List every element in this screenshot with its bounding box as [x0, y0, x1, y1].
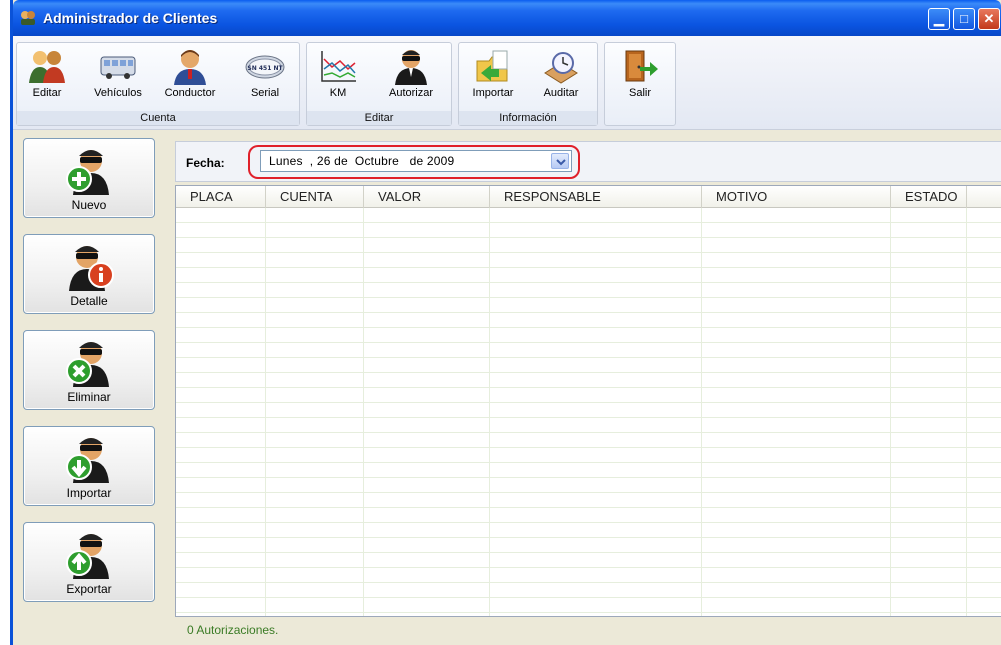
app-icon [21, 11, 35, 25]
table-header: PLACA CUENTA VALOR RESPONSABLE MOTIVO ES… [176, 186, 1001, 208]
ribbon-group-editar: KM Autorizar Editar [306, 42, 452, 126]
exit-door-icon [625, 50, 658, 82]
ribbon-group-salir: Salir [604, 42, 676, 126]
date-filter-bar: Fecha: Lunes , 26 de Octubre de 2009 [175, 141, 1001, 182]
salir-button[interactable]: Salir [615, 47, 665, 99]
close-icon: ✕ [983, 11, 995, 26]
chevron-down-icon [556, 159, 566, 166]
column-divider [265, 208, 266, 616]
conductor-button[interactable]: Conductor [159, 47, 221, 99]
column-header-responsable[interactable]: RESPONSABLE [490, 186, 702, 208]
maximize-icon: □ [960, 11, 968, 26]
window-title: Administrador de Clientes [43, 10, 218, 26]
agent-import-icon [66, 438, 109, 483]
status-text: 0 Autorizaciones. [187, 623, 279, 637]
fecha-label: Fecha: [186, 156, 225, 170]
ribbon-group-cuenta: Editar Vehículos Conductor SN 451 NT Ser… [16, 42, 300, 126]
column-divider [489, 208, 490, 616]
eliminar-button[interactable]: Eliminar [23, 330, 155, 410]
table-body [176, 208, 1001, 616]
svg-text:SN 451 NT: SN 451 NT [247, 65, 283, 72]
agent-delete-icon [66, 342, 109, 387]
serial-button[interactable]: SN 451 NT Serial [239, 47, 291, 99]
minimize-button[interactable]: ▁ [928, 8, 950, 30]
authorizations-table[interactable]: PLACA CUENTA VALOR RESPONSABLE MOTIVO ES… [175, 185, 1001, 617]
importar-ribbon-button[interactable]: Importar [465, 47, 521, 99]
ribbon-toolbar: Editar Vehículos Conductor SN 451 NT Ser… [13, 36, 1001, 130]
audit-clock-icon [544, 52, 578, 84]
agent-export-icon [66, 534, 109, 579]
agent-icon [395, 50, 427, 85]
column-header-motivo[interactable]: MOTIVO [702, 186, 891, 208]
vehiculos-button[interactable]: Vehículos [83, 47, 153, 99]
bus-icon [100, 56, 136, 79]
column-header-estado[interactable]: ESTADO [891, 186, 967, 208]
app-window: Administrador de Clientes ▁ □ ✕ Editar V… [10, 0, 1001, 645]
column-header-placa[interactable]: PLACA [176, 186, 266, 208]
maximize-button[interactable]: □ [953, 8, 975, 30]
detalle-button[interactable]: Detalle [23, 234, 155, 314]
exportar-button[interactable]: Exportar [23, 522, 155, 602]
km-button[interactable]: KM [313, 47, 363, 99]
date-value: Lunes , 26 de Octubre de 2009 [269, 154, 455, 168]
title-bar[interactable]: Administrador de Clientes ▁ □ ✕ [13, 0, 1001, 36]
column-divider [363, 208, 364, 616]
agent-info-icon [69, 246, 114, 291]
users-icon [29, 51, 65, 83]
group-caption-informacion: Información [459, 111, 597, 125]
column-divider [966, 208, 967, 616]
ribbon-group-informacion: Importar Auditar Información [458, 42, 598, 126]
column-divider [890, 208, 891, 616]
importar-button[interactable]: Importar [23, 426, 155, 506]
date-dropdown-button[interactable] [551, 153, 569, 169]
editar-button[interactable]: Editar [21, 47, 73, 99]
column-header-cuenta[interactable]: CUENTA [266, 186, 364, 208]
line-chart-icon [321, 51, 356, 82]
close-button[interactable]: ✕ [978, 8, 1000, 30]
column-header-valor[interactable]: VALOR [364, 186, 490, 208]
auditar-button[interactable]: Auditar [533, 47, 589, 99]
license-plate-icon: SN 451 NT [245, 55, 285, 79]
nuevo-button[interactable]: Nuevo [23, 138, 155, 218]
driver-icon [174, 50, 206, 85]
group-caption-editar: Editar [307, 111, 451, 125]
column-divider [701, 208, 702, 616]
date-picker[interactable]: Lunes , 26 de Octubre de 2009 [260, 150, 572, 172]
group-caption-cuenta: Cuenta [17, 111, 299, 125]
minimize-icon: ▁ [934, 11, 944, 26]
agent-add-icon [66, 150, 109, 195]
autorizar-button[interactable]: Autorizar [379, 47, 443, 99]
import-folder-icon [476, 50, 508, 82]
